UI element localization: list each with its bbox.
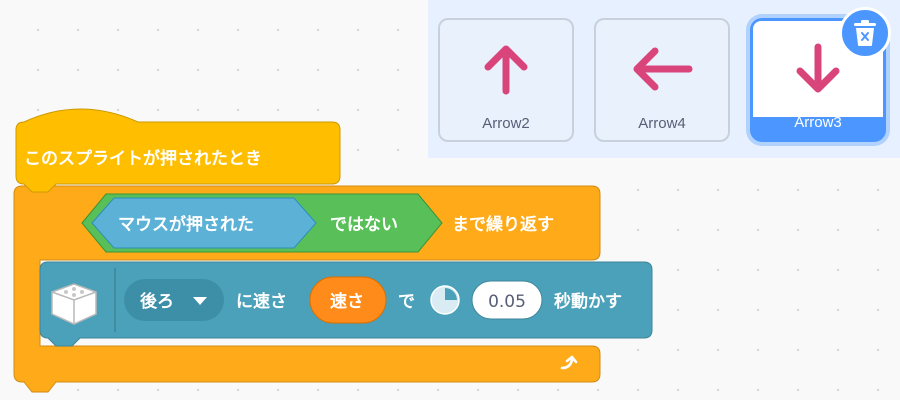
hat-block-label: このスプライトが押されたとき — [24, 148, 262, 169]
arrow-up-icon — [440, 24, 572, 114]
move-backward-block[interactable]: 後ろ に速さ 速さ で 0.05 秒動かす — [39, 261, 653, 347]
direction-value: 後ろ — [140, 291, 174, 312]
arrow-left-icon — [596, 24, 728, 114]
costume-name: Arrow4 — [638, 115, 686, 132]
when-sprite-clicked-block[interactable]: このスプライトが押されたとき — [15, 108, 341, 193]
repeat-until-label: まで繰り返す — [452, 214, 554, 235]
costume-tile-arrow2[interactable]: Arrow2 — [438, 18, 574, 142]
with-label: で — [398, 292, 415, 312]
direction-dropdown[interactable]: 後ろ — [124, 279, 224, 321]
delete-costume-button[interactable] — [839, 7, 891, 59]
costume-list-panel: Arrow2 Arrow4 Arrow3 — [428, 0, 900, 158]
speed-variable-label: 速さ — [330, 291, 364, 312]
mouse-down-sensing-block[interactable]: マウスが押された — [91, 197, 317, 249]
not-label: ではない — [330, 215, 398, 235]
costume-name: Arrow3 — [794, 114, 842, 131]
seconds-value: 0.05 — [488, 292, 526, 312]
costume-tile-arrow4[interactable]: Arrow4 — [594, 18, 730, 142]
move-suffix-label: 秒動かす — [554, 291, 622, 312]
clock-icon — [430, 285, 460, 315]
trash-icon — [854, 20, 876, 46]
speed-variable-reporter[interactable]: 速さ — [309, 276, 387, 324]
speed-prefix-label: に速さ — [236, 291, 287, 312]
mouse-down-label: マウスが押された — [118, 214, 254, 235]
seconds-input[interactable]: 0.05 — [471, 280, 543, 320]
costume-name: Arrow2 — [482, 115, 530, 132]
costume-tile-arrow3[interactable]: Arrow3 — [750, 7, 891, 142]
